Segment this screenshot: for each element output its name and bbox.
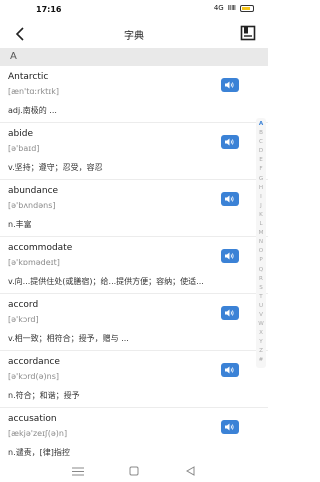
battery-icon <box>240 4 254 12</box>
entry-definition: n.丰富 <box>8 220 32 229</box>
home-icon[interactable] <box>128 465 140 477</box>
page-title: 字典 <box>124 30 144 42</box>
status-bar: 17:16 4G ⅡⅢ <box>0 0 268 20</box>
menu-icon[interactable] <box>72 465 84 477</box>
alphabet-letter[interactable]: O <box>259 247 263 256</box>
alphabet-letter[interactable]: I <box>260 193 262 202</box>
alphabet-letter[interactable]: B <box>259 129 263 138</box>
entry-phonetic: [æn'tɑːrktɪk] <box>8 87 59 96</box>
word-list: Antarctic [æn'tɑːrktɪk] adj.南极的 ... abid… <box>0 66 268 461</box>
entry-definition: n.符合；和谐；授予 <box>8 391 80 400</box>
entry-definition: v.相一致；相符合；授予，赠与 ... <box>8 334 129 343</box>
alphabet-letter[interactable]: Q <box>259 266 263 275</box>
alphabet-letter[interactable]: P <box>259 256 262 265</box>
alphabet-letter[interactable]: G <box>259 175 263 184</box>
list-item[interactable]: accommodate [ə'kɒmədeɪt] v.向...提供住处(或膳宿)… <box>0 237 268 294</box>
list-item[interactable]: accordance [ə'kɔrd(ə)ns] n.符合；和谐；授予 <box>0 351 268 408</box>
section-header: A <box>0 48 268 66</box>
back-triangle-icon[interactable] <box>184 465 196 477</box>
alphabet-letter[interactable]: N <box>259 238 263 247</box>
book-icon[interactable] <box>240 25 258 43</box>
alphabet-letter[interactable]: J <box>260 202 262 211</box>
alphabet-letter[interactable]: F <box>259 165 262 174</box>
entry-definition: v.向...提供住处(或膳宿)；给...提供方便；容纳；使适... <box>8 277 204 286</box>
entry-phonetic: [ə'kɔrd(ə)ns] <box>8 372 60 381</box>
status-time: 17:16 <box>36 5 62 14</box>
alphabet-letter[interactable]: L <box>259 220 262 229</box>
entry-phonetic: [ə'kɒmədeɪt] <box>8 258 60 267</box>
entry-word: abundance <box>8 186 59 196</box>
alphabet-letter[interactable]: S <box>259 284 263 293</box>
entry-phonetic: [ə'kɔrd] <box>8 315 39 324</box>
entry-word: accordance <box>8 357 60 367</box>
entry-definition: n.谴责，[律]指控 <box>8 448 70 457</box>
sim-indicator: 4G <box>213 4 224 12</box>
alphabet-letter[interactable]: Y <box>259 338 262 347</box>
speaker-icon[interactable] <box>221 363 239 377</box>
speaker-icon[interactable] <box>221 78 239 92</box>
speaker-icon[interactable] <box>221 249 239 263</box>
alphabet-letter[interactable]: K <box>259 211 263 220</box>
speaker-icon[interactable] <box>221 420 239 434</box>
alphabet-letter[interactable]: W <box>258 320 264 329</box>
entry-word: accord <box>8 300 39 310</box>
back-arrow-icon[interactable] <box>10 24 30 44</box>
list-item[interactable]: accusation [ækjə'zeɪʃ(ə)n] n.谴责，[律]指控 <box>0 408 268 461</box>
alphabet-letter[interactable]: V <box>259 311 263 320</box>
alphabet-index[interactable]: A B C D E F G H I J K L M N O P Q R S T U V W X Y Z # <box>256 118 266 368</box>
alphabet-letter[interactable]: C <box>259 138 263 147</box>
list-item[interactable]: Antarctic [æn'tɑːrktɪk] adj.南极的 ... <box>0 66 268 123</box>
list-item[interactable]: abundance [ə'bʌndəns] n.丰富 <box>0 180 268 237</box>
entry-phonetic: [ækjə'zeɪʃ(ə)n] <box>8 429 68 438</box>
alphabet-letter[interactable]: X <box>259 329 263 338</box>
entry-definition: adj.南极的 ... <box>8 106 57 115</box>
alphabet-letter[interactable]: H <box>259 184 263 193</box>
speaker-icon[interactable] <box>221 192 239 206</box>
entry-word: accommodate <box>8 243 73 253</box>
alphabet-letter[interactable]: M <box>259 229 264 238</box>
speaker-icon[interactable] <box>221 135 239 149</box>
alphabet-letter[interactable]: R <box>259 275 263 284</box>
entry-word: abide <box>8 129 33 139</box>
alphabet-letter[interactable]: A <box>259 120 263 129</box>
entry-word: Antarctic <box>8 72 49 82</box>
alphabet-letter[interactable]: D <box>259 147 263 156</box>
entry-phonetic: [ə'bʌndəns] <box>8 201 56 210</box>
alphabet-letter[interactable]: T <box>259 293 262 302</box>
speaker-icon[interactable] <box>221 306 239 320</box>
alphabet-letter[interactable]: # <box>259 356 264 365</box>
signal-icon: ⅡⅢ <box>227 4 236 12</box>
list-item[interactable]: accord [ə'kɔrd] v.相一致；相符合；授予，赠与 ... <box>0 294 268 351</box>
alphabet-letter[interactable]: E <box>259 156 263 165</box>
alphabet-letter[interactable]: U <box>259 302 263 311</box>
status-icons: 4G ⅡⅢ <box>214 4 254 12</box>
list-item[interactable]: abide [ə'baɪd] v.坚持；遵守；忍受，容忍 <box>0 123 268 180</box>
system-nav-bar <box>0 460 268 482</box>
app-header: 字典 <box>0 20 268 48</box>
alphabet-letter[interactable]: Z <box>259 347 263 356</box>
entry-phonetic: [ə'baɪd] <box>8 144 40 153</box>
entry-word: accusation <box>8 414 57 424</box>
entry-definition: v.坚持；遵守；忍受，容忍 <box>8 163 103 172</box>
